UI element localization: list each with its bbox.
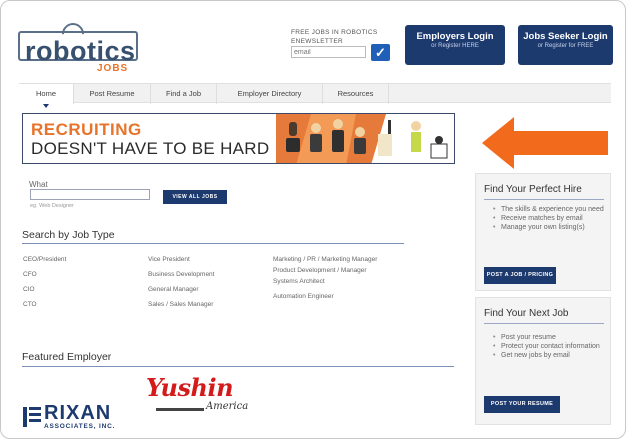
job-seeker-login-title: Jobs Seeker Login <box>523 31 608 42</box>
rixan-mark-icon <box>23 407 41 427</box>
next-job-list: Post your resume Protect your contact in… <box>493 333 600 360</box>
recruiting-banner[interactable]: RECRUITING DOESN'T HAVE TO BE HARD <box>22 113 455 164</box>
page-frame: robotics JOBS FREE JOBS IN ROBOTICS ENEW… <box>0 0 626 439</box>
job-seeker-login-sub: or Register for FREE <box>537 43 594 49</box>
job-type-link[interactable]: Systems Architect <box>273 277 383 286</box>
job-type-link[interactable]: CEO/President <box>23 255 133 264</box>
nav-find-a-job[interactable]: Find a Job <box>151 84 217 104</box>
list-item: Protect your contact information <box>493 342 600 351</box>
job-type-column-3: Marketing / PR / Marketing Manager Produ… <box>273 255 383 307</box>
list-item: The skills & experience you need <box>493 205 604 214</box>
job-type-link[interactable]: CFO <box>23 270 133 279</box>
rixan-logo[interactable]: RIXAN ASSOCIATES, INC. <box>22 403 142 433</box>
pointer-arrow-icon <box>482 117 608 169</box>
next-job-divider <box>484 323 604 324</box>
newsletter-signup: FREE JOBS IN ROBOTICS ENEWSLETTER ✓ <box>291 28 391 61</box>
what-search-input[interactable] <box>30 189 150 200</box>
perfect-hire-list: The skills & experience you need Receive… <box>493 205 604 232</box>
newsletter-title: FREE JOBS IN ROBOTICS <box>291 29 378 36</box>
yushin-logo[interactable]: Yushin America <box>146 373 271 417</box>
job-seeker-login-button[interactable]: Jobs Seeker Login or Register for FREE <box>518 25 613 65</box>
job-type-link[interactable]: Marketing / PR / Marketing Manager <box>273 255 383 264</box>
logo-box: robotics <box>18 31 138 65</box>
job-type-column-1: CEO/President CFO CIO CTO <box>23 255 133 315</box>
nav-employer-directory[interactable]: Employer Directory <box>217 84 323 104</box>
job-type-link[interactable]: Automation Engineer <box>273 292 383 301</box>
rixan-name: RIXAN <box>44 402 112 424</box>
featured-employer-heading: Featured Employer <box>22 351 112 363</box>
nav-home[interactable]: Home <box>19 84 74 108</box>
logo-sub: JOBS <box>97 63 129 74</box>
job-type-column-2: Vice President Business Development Gene… <box>148 255 258 315</box>
newsletter-submit-check-icon[interactable]: ✓ <box>371 44 390 61</box>
job-type-link[interactable]: Sales / Sales Manager <box>148 300 258 309</box>
job-type-link[interactable]: Product Development / Manager <box>273 266 383 275</box>
banner-headline: RECRUITING <box>31 120 142 139</box>
yushin-sub: America <box>206 401 249 412</box>
view-all-jobs-button[interactable]: VIEW ALL JOBS <box>163 190 227 204</box>
rixan-sub: ASSOCIATES, INC. <box>44 423 116 430</box>
yushin-name: Yushin <box>146 373 234 402</box>
banner-tagline: DOESN'T HAVE TO BE HARD <box>31 139 270 158</box>
nav-resources[interactable]: Resources <box>323 84 389 104</box>
next-job-heading: Find Your Next Job <box>484 308 569 319</box>
what-label: What <box>29 180 48 189</box>
featured-employer-divider <box>22 366 454 367</box>
perfect-hire-divider <box>484 199 604 200</box>
job-type-link[interactable]: Business Development <box>148 270 258 279</box>
job-type-link[interactable]: General Manager <box>148 285 258 294</box>
list-item: Manage your own listing(s) <box>493 223 604 232</box>
nav-post-resume[interactable]: Post Resume <box>74 84 151 104</box>
post-job-pricing-button[interactable]: POST A JOB / PRICING <box>484 267 556 284</box>
employers-login-button[interactable]: Employers Login or Register HERE <box>405 25 505 65</box>
site-logo[interactable]: robotics JOBS <box>18 18 138 74</box>
list-item: Receive matches by email <box>493 214 604 223</box>
yushin-underline <box>156 408 204 411</box>
job-type-link[interactable]: CIO <box>23 285 133 294</box>
list-item: Get new jobs by email <box>493 351 600 360</box>
perfect-hire-panel: Find Your Perfect Hire The skills & expe… <box>475 173 611 291</box>
newsletter-email-input[interactable] <box>291 46 366 58</box>
main-nav: Home Post Resume Find a Job Employer Dir… <box>19 83 611 108</box>
perfect-hire-heading: Find Your Perfect Hire <box>484 184 582 195</box>
job-type-link[interactable]: CTO <box>23 300 133 309</box>
logo-text: robotics <box>25 36 136 66</box>
banner-illustration <box>276 114 454 163</box>
list-item: Post your resume <box>493 333 600 342</box>
what-hint: eg. Web Designer <box>30 203 74 209</box>
employers-login-title: Employers Login <box>416 31 494 42</box>
job-type-link[interactable]: Vice President <box>148 255 258 264</box>
employers-login-sub: or Register HERE <box>431 43 479 49</box>
job-type-heading: Search by Job Type <box>22 229 115 241</box>
post-resume-button[interactable]: POST YOUR RESUME <box>484 396 560 413</box>
next-job-panel: Find Your Next Job Post your resume Prot… <box>475 297 611 425</box>
job-type-divider <box>22 243 404 244</box>
